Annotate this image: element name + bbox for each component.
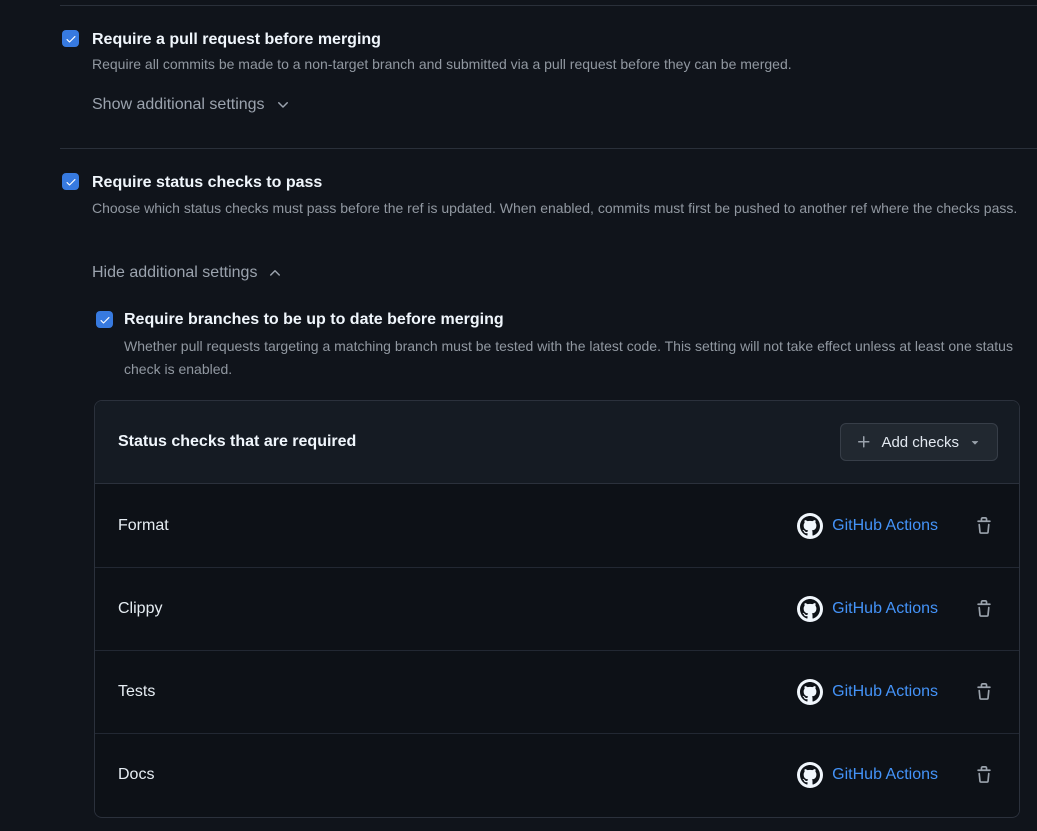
rule-description-status-checks: Choose which status checks must pass bef…: [92, 197, 1030, 220]
status-check-name: Format: [118, 517, 169, 535]
status-check-name: Tests: [118, 683, 155, 701]
rule-title-pull-request: Require a pull request before merging: [92, 29, 381, 50]
add-checks-label: Add checks: [881, 434, 959, 451]
status-check-row: Format GitHub Actions: [95, 484, 1019, 567]
chevron-up-icon: [267, 265, 283, 281]
status-check-list: Format GitHub Actions Clippy: [95, 484, 1019, 816]
plus-icon: [856, 434, 872, 450]
trash-icon[interactable]: [975, 683, 993, 701]
rule-description-pull-request: Require all commits be made to a non-tar…: [92, 53, 1032, 76]
trash-icon[interactable]: [975, 766, 993, 784]
status-check-row: Tests GitHub Actions: [95, 650, 1019, 733]
section-divider: [60, 148, 1037, 149]
github-mark-icon: [797, 513, 823, 539]
check-icon: [99, 314, 111, 326]
github-mark-icon: [797, 596, 823, 622]
rule-description-up-to-date: Whether pull requests targeting a matchi…: [124, 335, 1016, 381]
rule-title-up-to-date: Require branches to be up to date before…: [124, 309, 504, 330]
github-actions-link[interactable]: GitHub Actions: [832, 766, 938, 784]
status-check-meta: GitHub Actions: [797, 679, 993, 705]
rule-title-status-checks: Require status checks to pass: [92, 172, 322, 193]
triangle-down-icon: [968, 435, 982, 449]
toggle-label: Show additional settings: [92, 96, 265, 114]
section-divider: [60, 5, 1037, 6]
toggle-label: Hide additional settings: [92, 264, 257, 282]
check-icon: [65, 176, 77, 188]
panel-title: Status checks that are required: [118, 433, 356, 451]
status-check-meta: GitHub Actions: [797, 762, 993, 788]
status-checks-panel: Status checks that are required Add chec…: [94, 400, 1020, 818]
show-additional-settings-toggle[interactable]: Show additional settings: [92, 96, 291, 114]
status-check-name: Clippy: [118, 600, 162, 618]
github-mark-icon: [797, 762, 823, 788]
status-check-row: Clippy GitHub Actions: [95, 567, 1019, 650]
status-checks-panel-header: Status checks that are required Add chec…: [95, 401, 1019, 484]
github-actions-link[interactable]: GitHub Actions: [832, 683, 938, 701]
chevron-down-icon: [275, 97, 291, 113]
github-actions-link[interactable]: GitHub Actions: [832, 600, 938, 618]
require-pull-request-checkbox[interactable]: [62, 30, 79, 47]
branch-protection-settings-page: Require a pull request before merging Re…: [0, 0, 1037, 831]
status-check-meta: GitHub Actions: [797, 513, 993, 539]
add-checks-button[interactable]: Add checks: [840, 423, 998, 461]
status-check-name: Docs: [118, 766, 154, 784]
status-check-row: Docs GitHub Actions: [95, 733, 1019, 816]
require-status-checks-checkbox[interactable]: [62, 173, 79, 190]
trash-icon[interactable]: [975, 517, 993, 535]
github-actions-link[interactable]: GitHub Actions: [832, 517, 938, 535]
check-icon: [65, 33, 77, 45]
trash-icon[interactable]: [975, 600, 993, 618]
hide-additional-settings-toggle[interactable]: Hide additional settings: [92, 264, 283, 282]
status-check-meta: GitHub Actions: [797, 596, 993, 622]
github-mark-icon: [797, 679, 823, 705]
require-up-to-date-checkbox[interactable]: [96, 311, 113, 328]
